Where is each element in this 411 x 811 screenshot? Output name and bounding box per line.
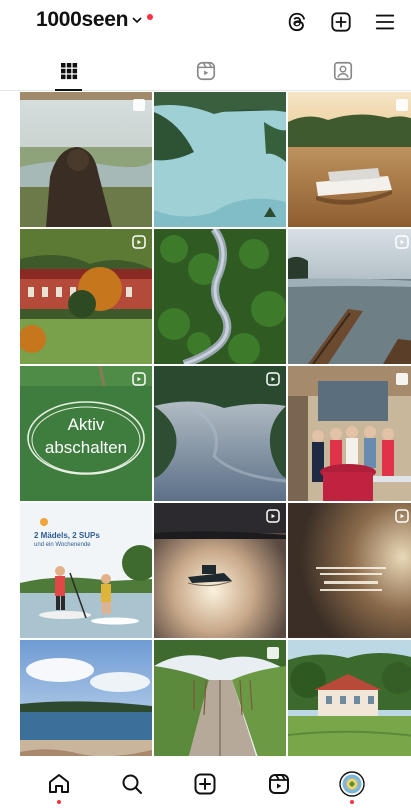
account-name: 1000seen — [36, 8, 129, 31]
multi-photo-icon — [396, 373, 408, 385]
post-caption-title: Aktiv — [67, 415, 105, 434]
post-tile[interactable] — [20, 229, 152, 364]
profile-header: 1000seen — [0, 0, 411, 46]
post-tile[interactable]: Aktiv abschalten — [20, 366, 152, 501]
reel-icon — [395, 235, 409, 249]
notification-dot — [56, 800, 61, 804]
multi-photo-icon — [267, 647, 279, 659]
grid-icon — [60, 63, 77, 80]
post-image — [154, 92, 286, 227]
post-tile[interactable] — [154, 229, 286, 364]
tab-reels[interactable] — [137, 52, 274, 90]
reel-icon — [395, 509, 409, 523]
reel-icon — [132, 372, 146, 386]
profile-avatar — [339, 771, 365, 797]
post-tile[interactable] — [288, 640, 411, 756]
nav-profile[interactable] — [335, 764, 369, 804]
profile-tabs — [0, 52, 411, 91]
post-image — [288, 92, 411, 227]
post-caption-headline: 2 Mädels, 2 SUPs — [34, 531, 100, 540]
post-image — [288, 229, 411, 364]
reels-icon — [196, 61, 215, 81]
post-caption-subtitle: abschalten — [44, 438, 128, 457]
create-icon[interactable] — [329, 10, 353, 34]
post-image — [20, 92, 152, 227]
post-tile[interactable] — [20, 92, 152, 227]
search-icon — [122, 774, 143, 794]
nav-home[interactable] — [42, 764, 76, 804]
post-image — [154, 503, 286, 638]
tagged-icon — [333, 61, 352, 81]
reel-icon — [266, 372, 280, 386]
nav-create[interactable] — [188, 764, 222, 804]
tab-posts-grid[interactable] — [0, 52, 137, 91]
post-image — [20, 503, 152, 638]
menu-icon[interactable] — [373, 10, 397, 34]
post-image — [20, 229, 152, 364]
post-tile[interactable]: 2 Mädels, 2 SUPs und ein Wochenende — [20, 503, 152, 638]
post-image — [288, 366, 411, 501]
post-image — [154, 229, 286, 364]
reel-icon — [266, 509, 280, 523]
chevron-down-icon — [132, 17, 142, 24]
multi-photo-icon — [396, 99, 408, 111]
post-tile[interactable] — [154, 640, 286, 756]
bottom-navigation — [0, 757, 411, 811]
post-image — [154, 366, 286, 501]
post-tile[interactable] — [288, 366, 411, 501]
post-tile[interactable] — [288, 229, 411, 364]
multi-photo-icon — [133, 99, 145, 111]
threads-icon[interactable] — [285, 10, 309, 34]
post-image — [288, 640, 411, 756]
post-tile[interactable] — [288, 92, 411, 227]
post-image — [20, 640, 152, 756]
create-icon — [194, 773, 216, 795]
post-tile[interactable] — [288, 503, 411, 638]
post-tile[interactable] — [20, 640, 152, 756]
post-tile[interactable] — [154, 92, 286, 227]
home-icon — [48, 774, 69, 793]
reels-icon — [268, 774, 289, 794]
post-image — [288, 503, 411, 638]
account-switcher[interactable]: 1000seen — [36, 8, 154, 32]
notification-dot — [147, 14, 154, 20]
tab-tagged[interactable] — [274, 52, 411, 90]
post-caption-subheadline: und ein Wochenende — [34, 542, 91, 548]
header-actions — [285, 10, 397, 34]
post-tile[interactable] — [154, 503, 286, 638]
nav-reels[interactable] — [262, 764, 296, 804]
nav-search[interactable] — [115, 764, 149, 804]
post-tile[interactable] — [154, 366, 286, 501]
reel-icon — [132, 235, 146, 249]
notification-dot — [350, 800, 355, 804]
posts-grid: Aktiv abschalten 2 Mädels, 2 SUPs und ei… — [20, 92, 411, 756]
